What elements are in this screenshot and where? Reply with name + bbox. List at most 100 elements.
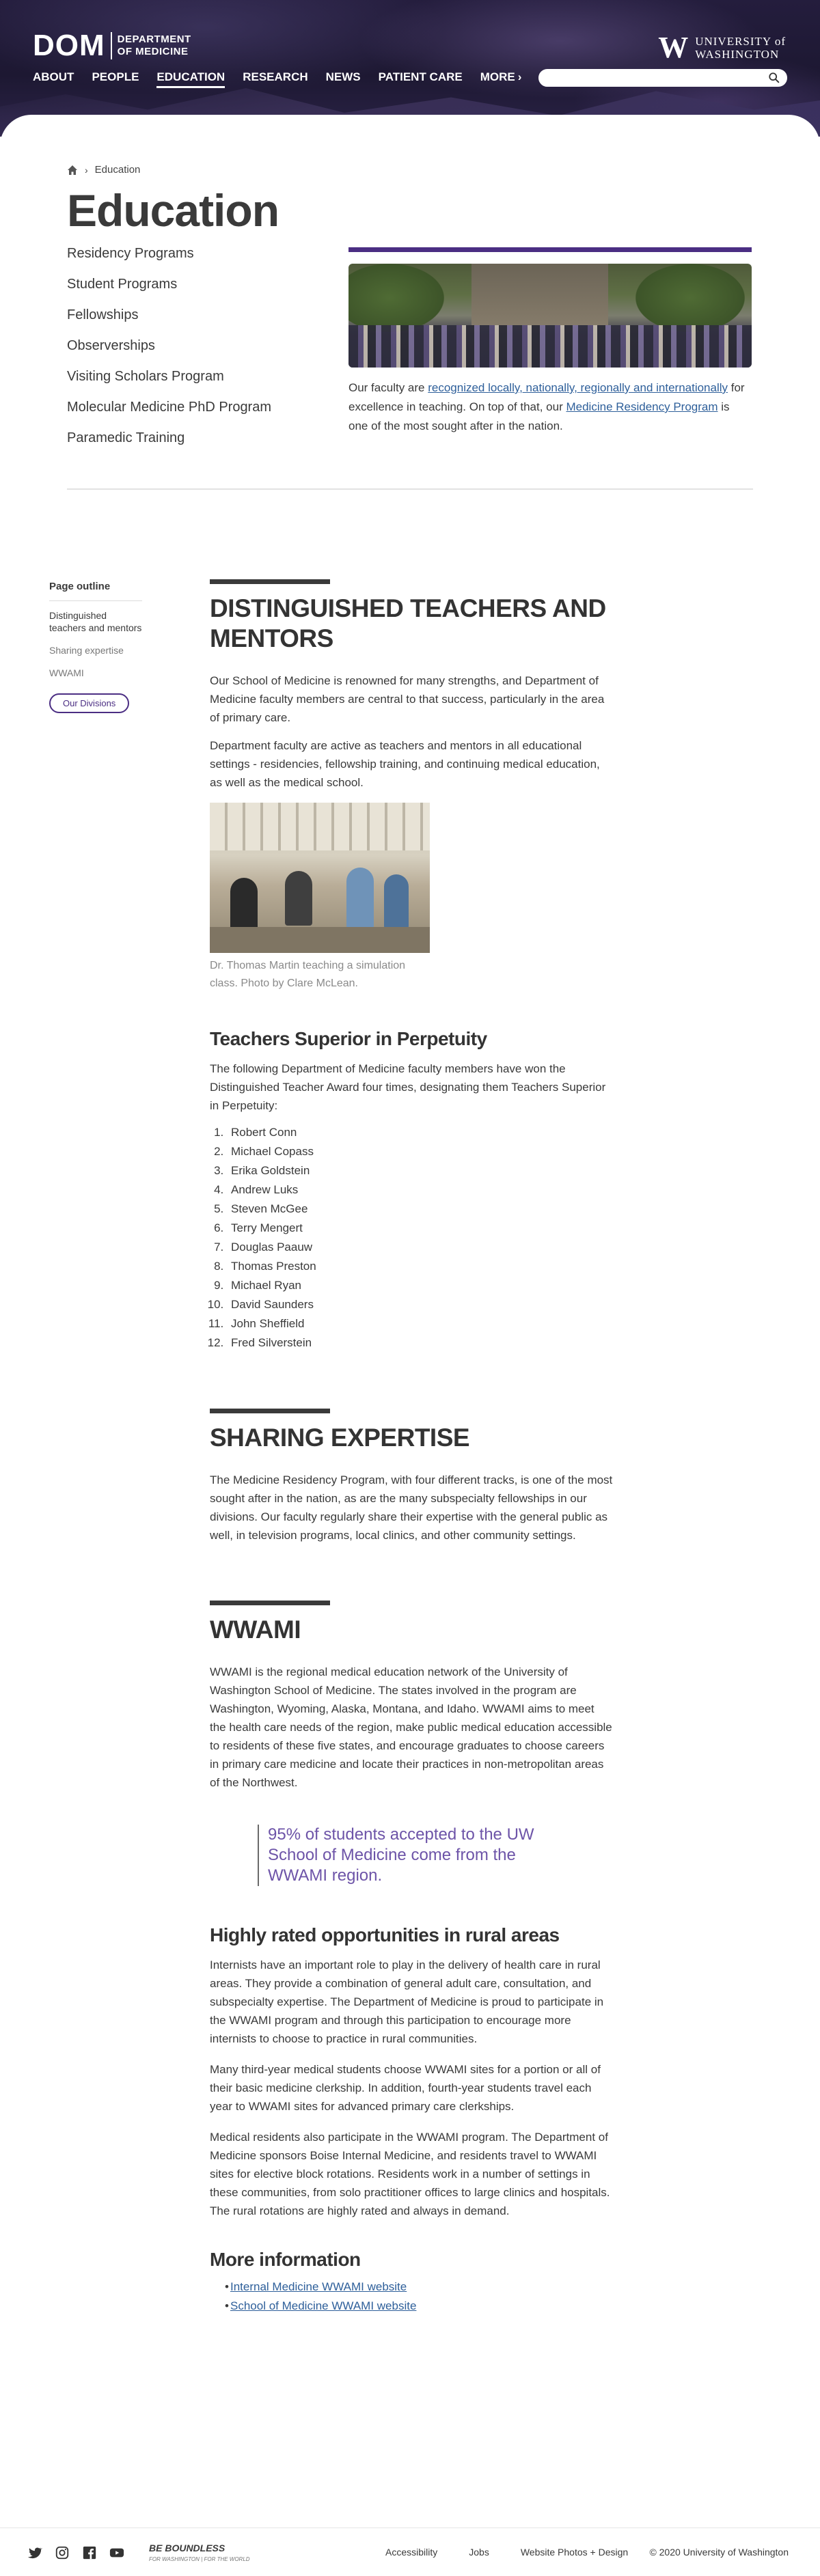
- accent-bar: [348, 247, 752, 252]
- teachers-superior-paragraph: The following Department of Medicine fac…: [210, 1062, 606, 1112]
- photo-floor: [210, 927, 430, 953]
- list-item: School of Medicine WWAMI website: [210, 2297, 613, 2316]
- list-item: Michael Ryan: [227, 1276, 613, 1295]
- nav-people[interactable]: PEOPLE: [92, 70, 139, 88]
- section-bar: [210, 579, 330, 584]
- logo-line-1: DEPARTMENT: [117, 33, 191, 45]
- teachers-paragraph-1: Our School of Medicine is renowned for m…: [210, 674, 605, 724]
- dom-logo[interactable]: DOM DEPARTMENT OF MEDICINE: [33, 29, 191, 63]
- our-divisions-button[interactable]: Our Divisions: [49, 693, 130, 713]
- breadcrumb-current: Education: [94, 164, 141, 176]
- subnav-visiting-scholars[interactable]: Visiting Scholars Program: [67, 369, 271, 400]
- wwami-paragraph-3: Many third-year medical students choose …: [210, 2063, 601, 2113]
- recognized-link[interactable]: recognized locally, nationally, regional…: [428, 381, 728, 394]
- search-icon[interactable]: [768, 72, 780, 84]
- list-item: Michael Copass: [227, 1142, 613, 1161]
- section-bar: [210, 1601, 330, 1605]
- page-outline: Page outline Distinguished teachers and …: [49, 581, 142, 713]
- list-item: Terry Mengert: [227, 1219, 613, 1238]
- youtube-icon[interactable]: [109, 2545, 124, 2560]
- dom-logo-subtitle: DEPARTMENT OF MEDICINE: [118, 33, 191, 58]
- more-information-links: Internal Medicine WWAMI website School o…: [210, 2277, 613, 2316]
- photo-person: [384, 874, 409, 929]
- list-item: Thomas Preston: [227, 1257, 613, 1276]
- nav-more[interactable]: MORE ›: [480, 70, 522, 88]
- nav-news[interactable]: NEWS: [326, 70, 361, 88]
- graduation-photo: [348, 264, 752, 368]
- list-item: Internal Medicine WWAMI website: [210, 2277, 613, 2297]
- nav-about[interactable]: ABOUT: [33, 70, 74, 88]
- list-item: David Saunders: [227, 1295, 613, 1314]
- section-divider: [67, 488, 753, 490]
- subnav-molecular-medicine-phd[interactable]: Molecular Medicine PhD Program: [67, 400, 271, 430]
- outline-item-sharing[interactable]: Sharing expertise: [49, 644, 142, 656]
- intro-paragraph: Our faculty are recognized locally, nati…: [348, 378, 752, 436]
- subnav-observerships[interactable]: Observerships: [67, 338, 271, 369]
- wwami-heading: WWAMI: [210, 1616, 301, 1644]
- subnav-residency-programs[interactable]: Residency Programs: [67, 246, 271, 277]
- sharing-heading: SHARING EXPERTISE: [210, 1424, 470, 1452]
- education-intro: › Education Education Residency Programs…: [0, 137, 820, 519]
- wwami-paragraph-4: Medical residents also participate in th…: [210, 2131, 610, 2217]
- uw-logo[interactable]: W UNIVERSITY of WASHINGTON: [658, 30, 786, 65]
- photo-person: [346, 868, 374, 929]
- article: DISTINGUISHED TEACHERS AND MENTORS Our S…: [210, 519, 613, 2316]
- footer-link-website-photos[interactable]: Website Photos + Design: [521, 2547, 628, 2558]
- subnav-student-programs[interactable]: Student Programs: [67, 277, 271, 307]
- residency-program-link[interactable]: Medicine Residency Program: [566, 400, 718, 413]
- wwami-paragraph-1: WWAMI is the regional medical education …: [210, 1665, 612, 1789]
- footer-links: Accessibility Jobs Website Photos + Desi…: [385, 2547, 659, 2558]
- footer-link-jobs[interactable]: Jobs: [469, 2547, 489, 2558]
- social-links: [27, 2545, 124, 2560]
- photo-building: [472, 264, 608, 325]
- outline-item-teachers[interactable]: Distinguished teachers and mentors: [49, 609, 142, 634]
- search-input[interactable]: [540, 70, 758, 85]
- school-of-medicine-wwami-link[interactable]: School of Medicine WWAMI website: [230, 2299, 416, 2312]
- sharing-paragraph: The Medicine Residency Program, with fou…: [210, 1473, 613, 1542]
- logo-line-2: OF MEDICINE: [117, 46, 189, 57]
- teachers-paragraph-2: Department faculty are active as teacher…: [210, 739, 600, 789]
- instagram-icon[interactable]: [55, 2545, 70, 2560]
- be-boundless-tagline: FOR WASHINGTON | FOR THE WORLD: [149, 2556, 250, 2562]
- uw-line-2: WASHINGTON: [695, 47, 780, 61]
- nav-research[interactable]: RESEARCH: [243, 70, 308, 88]
- photo-tree: [636, 264, 745, 332]
- chevron-right-icon: ›: [517, 70, 522, 83]
- site-header: DOM DEPARTMENT OF MEDICINE W UNIVERSITY …: [0, 0, 820, 137]
- nav-education[interactable]: EDUCATION: [156, 70, 226, 88]
- footer-link-accessibility[interactable]: Accessibility: [385, 2547, 437, 2558]
- more-information-heading: More information: [210, 2249, 361, 2270]
- breadcrumb: › Education: [67, 164, 140, 176]
- content-panel-top: [0, 115, 820, 137]
- subnav-paramedic-training[interactable]: Paramedic Training: [67, 430, 271, 461]
- list-item: Andrew Luks: [227, 1180, 613, 1200]
- teachers-heading: DISTINGUISHED TEACHERS AND MENTORS: [210, 594, 606, 652]
- list-item: Erika Goldstein: [227, 1161, 613, 1180]
- rural-opportunities-heading: Highly rated opportunities in rural area…: [210, 1924, 560, 1945]
- photo-tree: [348, 264, 444, 332]
- section-subnav: Residency Programs Student Programs Fell…: [67, 246, 271, 461]
- list-item: John Sheffield: [227, 1314, 613, 1333]
- nav-more-label: MORE: [480, 70, 515, 83]
- twitter-icon[interactable]: [27, 2545, 42, 2560]
- main-nav: ABOUT PEOPLE EDUCATION RESEARCH NEWS PAT…: [33, 70, 539, 88]
- chevron-right-icon: ›: [85, 164, 88, 176]
- intro-text-1: Our faculty are: [348, 381, 428, 394]
- photo-caption: Dr. Thomas Martin teaching a simulation …: [210, 960, 406, 989]
- internal-medicine-wwami-link[interactable]: Internal Medicine WWAMI website: [230, 2280, 407, 2293]
- be-boundless-logo[interactable]: BE BOUNDLESS: [149, 2543, 225, 2553]
- list-item: Steven McGee: [227, 1200, 613, 1219]
- simulation-class-photo: [210, 803, 430, 953]
- uw-w-icon: W: [658, 31, 689, 64]
- dom-logo-text: DOM: [33, 29, 105, 62]
- photo-shelf: [210, 803, 430, 850]
- footer-divider: [0, 2527, 820, 2528]
- home-icon[interactable]: [67, 165, 78, 176]
- page-outline-title: Page outline: [49, 581, 142, 601]
- subnav-fellowships[interactable]: Fellowships: [67, 307, 271, 338]
- logo-separator: [110, 32, 112, 59]
- nav-patient-care[interactable]: PATIENT CARE: [379, 70, 463, 88]
- wwami-pull-quote: 95% of students accepted to the UW Schoo…: [258, 1825, 545, 1886]
- outline-item-wwami[interactable]: WWAMI: [49, 667, 142, 679]
- facebook-icon[interactable]: [82, 2545, 97, 2560]
